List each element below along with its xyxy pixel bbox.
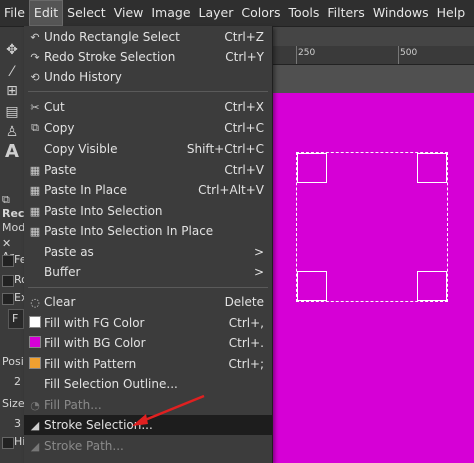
arrow-shaft [139,394,205,424]
arrow-head-icon [132,414,148,426]
annotation-arrow [132,394,205,426]
